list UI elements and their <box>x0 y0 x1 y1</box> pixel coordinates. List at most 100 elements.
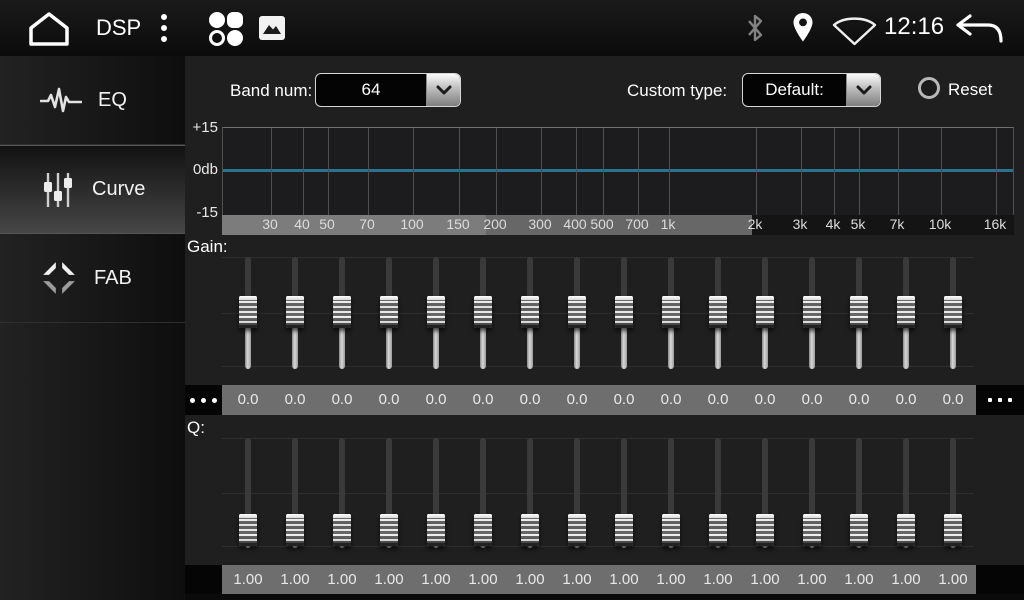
sidebar-item-curve[interactable]: Curve <box>0 145 185 234</box>
sidebar-item-eq[interactable]: EQ <box>0 56 185 145</box>
slider-knob[interactable] <box>803 514 821 546</box>
gain-slider-13[interactable] <box>802 257 822 369</box>
q-slider-7[interactable] <box>520 438 540 548</box>
slider-knob[interactable] <box>803 296 821 328</box>
slider-knob[interactable] <box>897 514 915 546</box>
q-slider-3[interactable] <box>332 438 352 548</box>
bottom-strip <box>185 594 1024 600</box>
freq-label: 1k <box>648 216 688 232</box>
freq-label: 50 <box>307 216 347 232</box>
gain-slider-3[interactable] <box>332 257 352 369</box>
q-slider-13[interactable] <box>802 438 822 548</box>
slider-knob[interactable] <box>239 514 257 546</box>
gain-slider-5[interactable] <box>426 257 446 369</box>
slider-knob[interactable] <box>286 514 304 546</box>
q-slider-8[interactable] <box>567 438 587 548</box>
freq-label: 70 <box>347 216 387 232</box>
gain-slider-7[interactable] <box>520 257 540 369</box>
freq-label: 10k <box>920 216 960 232</box>
apps-clover-icon[interactable] <box>207 10 245 48</box>
slider-knob[interactable] <box>521 514 539 546</box>
slider-knob[interactable] <box>286 296 304 328</box>
gain-slider-15[interactable] <box>896 257 916 369</box>
q-slider-11[interactable] <box>708 438 728 548</box>
custom-type-label: Custom type: <box>627 81 727 101</box>
plot-gridline <box>941 128 942 215</box>
overflow-menu-icon[interactable] <box>160 13 168 43</box>
slider-knob[interactable] <box>944 296 962 328</box>
gain-slider-9[interactable] <box>614 257 634 369</box>
custom-type-dropdown[interactable]: Default: <box>742 73 881 107</box>
slider-knob[interactable] <box>427 296 445 328</box>
slider-knob[interactable] <box>427 514 445 546</box>
sliders-icon <box>40 170 76 210</box>
reset-radio[interactable] <box>918 77 940 99</box>
back-icon[interactable] <box>954 13 1006 45</box>
chevron-down-icon[interactable] <box>426 74 460 106</box>
slider-knob[interactable] <box>239 296 257 328</box>
slider-knob[interactable] <box>944 514 962 546</box>
home-icon[interactable] <box>22 9 76 47</box>
reset-label[interactable]: Reset <box>948 80 992 100</box>
slider-track-lower <box>621 324 627 369</box>
gallery-icon[interactable] <box>258 15 286 41</box>
chevron-down-icon[interactable] <box>846 74 880 106</box>
gain-slider-6[interactable] <box>473 257 493 369</box>
gain-slider-8[interactable] <box>567 257 587 369</box>
gain-value: 0.0 <box>792 391 832 408</box>
slider-knob[interactable] <box>615 296 633 328</box>
q-value: 1.00 <box>839 571 879 588</box>
gain-slider-10[interactable] <box>661 257 681 369</box>
gain-value: 0.0 <box>557 391 597 408</box>
q-value: 1.00 <box>228 571 268 588</box>
slider-knob[interactable] <box>850 514 868 546</box>
gain-slider-4[interactable] <box>379 257 399 369</box>
slider-knob[interactable] <box>662 514 680 546</box>
slider-knob[interactable] <box>380 296 398 328</box>
slider-knob[interactable] <box>568 514 586 546</box>
slider-knob[interactable] <box>662 296 680 328</box>
slider-knob[interactable] <box>897 296 915 328</box>
gain-more-right-button[interactable] <box>976 385 1024 415</box>
slider-knob[interactable] <box>521 296 539 328</box>
q-slider-5[interactable] <box>426 438 446 548</box>
q-slider-2[interactable] <box>285 438 305 548</box>
slider-knob[interactable] <box>380 514 398 546</box>
gain-slider-1[interactable] <box>238 257 258 369</box>
slider-knob[interactable] <box>568 296 586 328</box>
slider-track-lower <box>292 324 298 369</box>
gain-slider-14[interactable] <box>849 257 869 369</box>
q-slider-4[interactable] <box>379 438 399 548</box>
freq-label: 500 <box>582 216 622 232</box>
sidebar-item-fab[interactable]: FAB <box>0 234 185 323</box>
slider-knob[interactable] <box>333 296 351 328</box>
slider-knob[interactable] <box>474 296 492 328</box>
slider-knob[interactable] <box>756 296 774 328</box>
gain-value: 0.0 <box>322 391 362 408</box>
q-value: 1.00 <box>557 571 597 588</box>
slider-knob[interactable] <box>474 514 492 546</box>
gain-slider-16[interactable] <box>943 257 963 369</box>
freq-label: 150 <box>438 216 478 232</box>
q-slider-14[interactable] <box>849 438 869 548</box>
y-axis-label: 0db <box>185 161 218 178</box>
slider-knob[interactable] <box>333 514 351 546</box>
q-slider-1[interactable] <box>238 438 258 548</box>
slider-knob[interactable] <box>615 514 633 546</box>
gain-slider-12[interactable] <box>755 257 775 369</box>
slider-knob[interactable] <box>756 514 774 546</box>
gain-more-left-button[interactable] <box>185 385 222 415</box>
gain-slider-2[interactable] <box>285 257 305 369</box>
q-slider-10[interactable] <box>661 438 681 548</box>
q-slider-9[interactable] <box>614 438 634 548</box>
q-slider-12[interactable] <box>755 438 775 548</box>
slider-knob[interactable] <box>709 514 727 546</box>
q-slider-16[interactable] <box>943 438 963 548</box>
band-num-dropdown[interactable]: 64 <box>315 73 461 107</box>
q-slider-6[interactable] <box>473 438 493 548</box>
q-slider-15[interactable] <box>896 438 916 548</box>
sidebar-item-label: FAB <box>94 267 132 290</box>
slider-knob[interactable] <box>850 296 868 328</box>
gain-slider-11[interactable] <box>708 257 728 369</box>
slider-knob[interactable] <box>709 296 727 328</box>
